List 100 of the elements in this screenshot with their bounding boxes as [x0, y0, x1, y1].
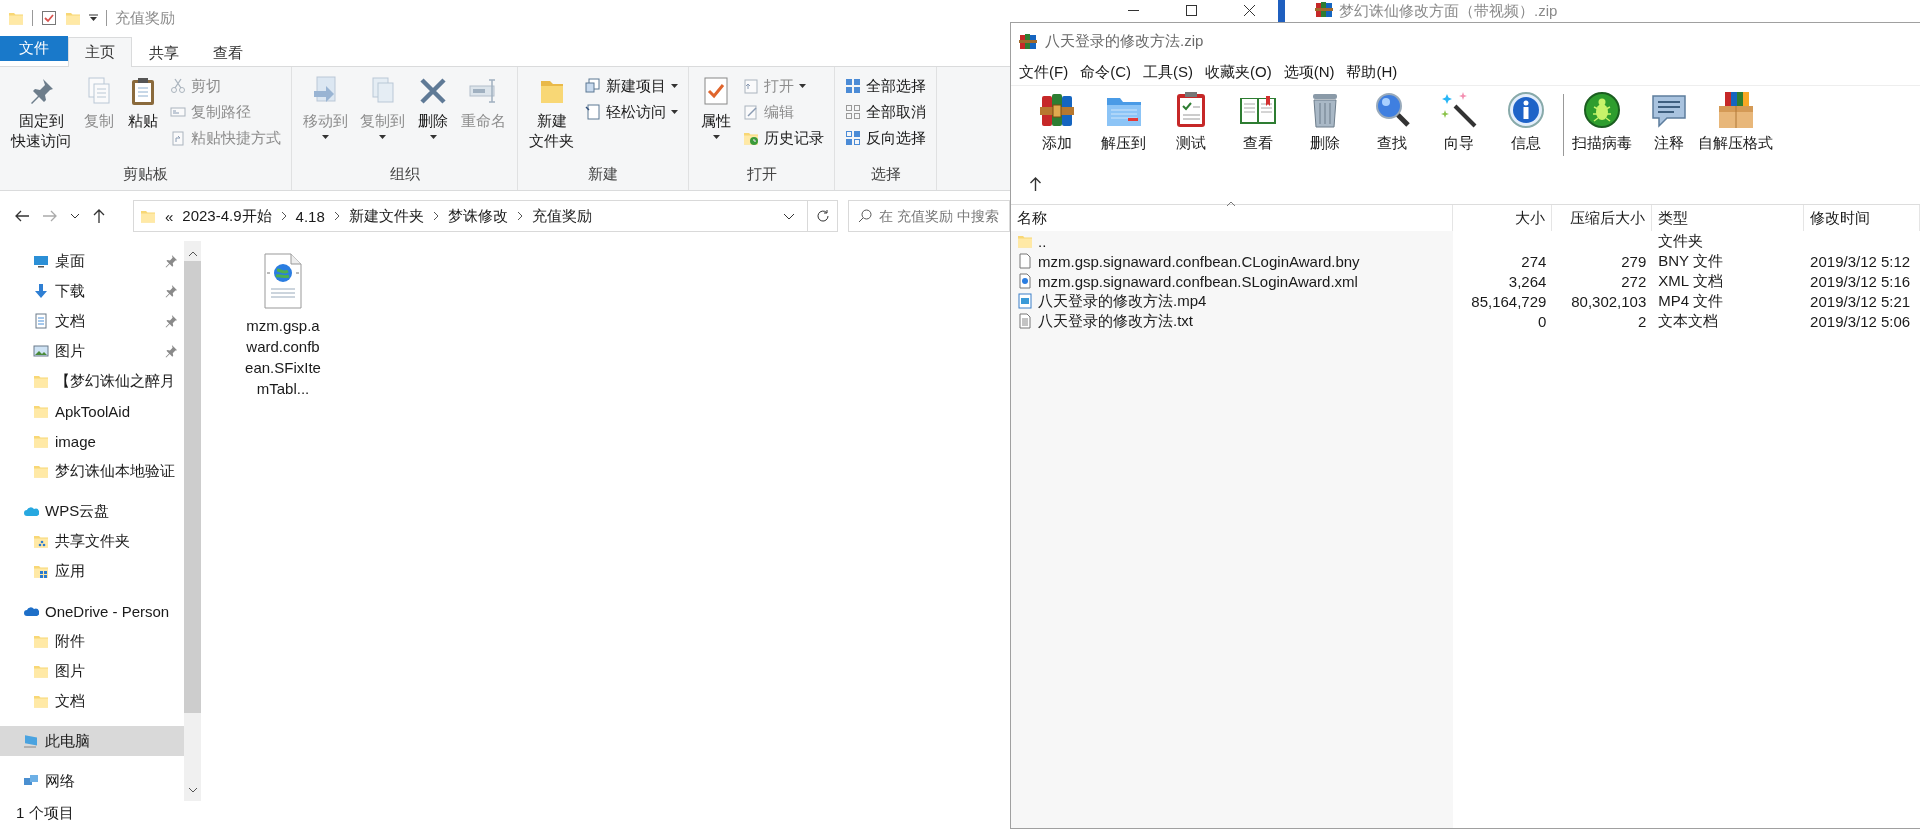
- sidebar-item[interactable]: WPS云盘: [0, 496, 184, 526]
- sidebar-item[interactable]: 桌面: [0, 246, 184, 276]
- sidebar-item[interactable]: 下载: [0, 276, 184, 306]
- ribbon-button[interactable]: 全部选择: [841, 73, 930, 99]
- group-label: 组织: [388, 164, 421, 184]
- table-cell-text: 85,164,729: [1470, 292, 1548, 310]
- table-cell-text: 272: [1620, 272, 1648, 290]
- sidebar-item[interactable]: 图片: [0, 656, 184, 686]
- maximize-icon: [1185, 5, 1197, 16]
- sidebar-item[interactable]: 网络: [0, 766, 184, 796]
- menu-item[interactable]: 文件(F): [1013, 62, 1075, 82]
- folder-icon: [33, 693, 49, 709]
- sidebar-item[interactable]: ApkToolAid: [0, 396, 184, 426]
- breadcrumb-item[interactable]: 2023-4.9开始: [182, 206, 272, 226]
- ribbon-button[interactable]: 新建 文件夹: [524, 71, 579, 155]
- ribbon-button[interactable]: 反向选择: [841, 125, 930, 151]
- caret-icon: [671, 110, 678, 114]
- picture-icon: [33, 343, 49, 359]
- breadcrumb-overflow[interactable]: «: [165, 207, 174, 225]
- address-bar[interactable]: « 2023-4.9开始 4.18 新建文件夹 梦诛修改 充值奖励: [133, 200, 808, 232]
- toolbar-button[interactable]: 查看: [1224, 90, 1291, 153]
- file-name[interactable]: mzm.gsp.signaward.confbean.SLoginAward.xml: [1038, 272, 1358, 290]
- toolbar-button[interactable]: 查找: [1358, 90, 1425, 153]
- caret-icon: [429, 135, 437, 139]
- ribbon-button[interactable]: 属性: [695, 71, 737, 143]
- sidebar-item[interactable]: 【梦幻诛仙之醉月: [0, 366, 184, 396]
- breadcrumb-item[interactable]: 4.18: [295, 207, 325, 225]
- caret-icon: [379, 135, 386, 139]
- search-field[interactable]: 在 充值奖励 中搜索: [848, 200, 1010, 232]
- caret-icon: [799, 84, 806, 88]
- sidebar-item[interactable]: 此电脑: [0, 726, 184, 756]
- monitor-icon: [33, 253, 49, 269]
- sidebar-item[interactable]: 文档: [0, 306, 184, 336]
- window-edge: [1278, 0, 1285, 22]
- ribbon-button[interactable]: 全部取消: [841, 99, 930, 125]
- toolbar-button[interactable]: 测试: [1157, 90, 1224, 153]
- breadcrumb-item[interactable]: 充值奖励: [531, 206, 592, 226]
- ribbon-tab[interactable]: 共享: [132, 38, 196, 67]
- xml-file-icon: [263, 253, 303, 309]
- toolbar-button[interactable]: 解压到: [1090, 90, 1157, 153]
- file-name[interactable]: 八天登录的修改方法.txt: [1038, 311, 1193, 331]
- file-name[interactable]: ..: [1038, 232, 1047, 250]
- table-cell-text: 文本文档: [1657, 311, 1720, 331]
- ribbon-button[interactable]: 固定到 快速访问: [6, 71, 76, 155]
- sidebar-item[interactable]: 共享文件夹: [0, 526, 184, 556]
- file-name[interactable]: 八天登录的修改方法.mp4: [1038, 291, 1207, 311]
- apps-folder-icon: [33, 563, 49, 579]
- sidebar-item[interactable]: 文档: [0, 686, 184, 716]
- ribbon-button[interactable]: 粘贴: [122, 71, 164, 135]
- history-icon: [743, 130, 759, 146]
- folder-icon: [65, 10, 81, 26]
- breadcrumb-item[interactable]: 新建文件夹: [348, 206, 424, 226]
- menu-item[interactable]: 帮助(H): [1340, 62, 1404, 82]
- ribbon-tab[interactable]: 主页: [68, 37, 132, 67]
- pin-icon: [164, 284, 178, 298]
- file-name[interactable]: mzm.gsp.signaward.confbean.CLoginAward.bny: [1038, 252, 1360, 270]
- toolbar-button[interactable]: 向导: [1425, 90, 1492, 153]
- forward-arrow-icon: [42, 209, 58, 223]
- refresh-icon: [815, 209, 830, 223]
- caret-icon: [89, 14, 98, 22]
- down-arrow-icon: [33, 283, 49, 299]
- chevron-up-icon: [187, 251, 198, 257]
- grid-icon: [845, 78, 861, 94]
- sidebar-item[interactable]: 图片: [0, 336, 184, 366]
- folder-icon: [33, 403, 49, 419]
- ribbon-button[interactable]: 历史记录: [739, 125, 828, 151]
- table-cell-text: BNY 文件: [1657, 251, 1725, 271]
- ribbon-button[interactable]: 删除: [412, 71, 454, 143]
- ribbon-button[interactable]: 轻松访问: [581, 99, 682, 125]
- folder-icon: [1017, 233, 1033, 249]
- chevron-icon: [432, 211, 439, 221]
- menu-item[interactable]: 命令(C): [1074, 62, 1137, 82]
- table-cell-text: 文件夹: [1657, 231, 1705, 251]
- toolbar-button[interactable]: 添加: [1023, 90, 1090, 153]
- menu-item[interactable]: 收藏夹(O): [1199, 62, 1278, 82]
- menu-item[interactable]: 选项(N): [1277, 62, 1341, 82]
- sidebar-item[interactable]: image: [0, 426, 184, 456]
- file-menu-tab[interactable]: 文件: [0, 36, 68, 61]
- pin-icon: [164, 314, 178, 328]
- file-item[interactable]: mzm.gsp.award.confbean.SFixItemTabl...: [243, 253, 323, 399]
- sidebar-item[interactable]: OneDrive - Person: [0, 596, 184, 626]
- search-icon: [858, 209, 872, 223]
- sidebar-item[interactable]: 梦幻诛仙本地验证: [0, 456, 184, 486]
- toolbar-button[interactable]: 扫描病毒: [1568, 90, 1635, 153]
- refresh-button[interactable]: [808, 200, 838, 232]
- document-icon: [1017, 253, 1033, 269]
- scrollbar[interactable]: [184, 241, 201, 801]
- sidebar-item[interactable]: 附件: [0, 626, 184, 656]
- grid-icon: [845, 104, 861, 120]
- toolbar-button[interactable]: 信息: [1492, 90, 1559, 153]
- ribbon-tab[interactable]: 查看: [196, 38, 260, 67]
- table-cell-text: 3,264: [1507, 272, 1548, 290]
- sidebar-item[interactable]: 应用: [0, 556, 184, 586]
- toolbar-button[interactable]: 删除: [1291, 90, 1358, 153]
- ribbon-button[interactable]: 新建项目: [581, 73, 682, 99]
- computer-icon: [23, 733, 39, 749]
- folder-icon: [8, 10, 24, 26]
- chevron-icon: [516, 211, 523, 221]
- menu-item[interactable]: 工具(S): [1137, 62, 1199, 82]
- breadcrumb-item[interactable]: 梦诛修改: [447, 206, 508, 226]
